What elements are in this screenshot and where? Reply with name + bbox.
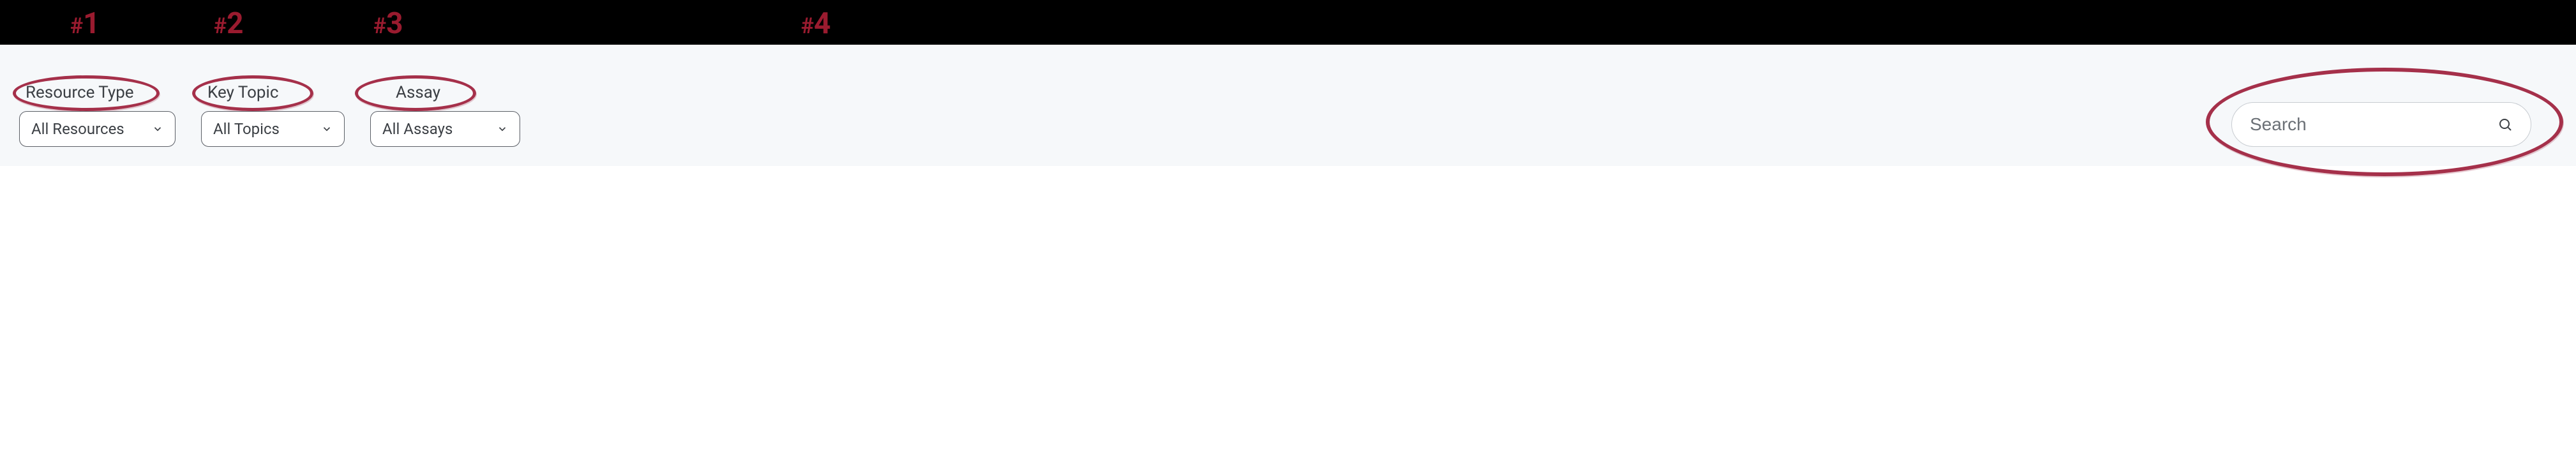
resource-type-dropdown[interactable]: All Resources bbox=[19, 111, 176, 147]
top-black-bar: #1 #2 #3 #4 bbox=[0, 0, 2576, 45]
key-topic-label: Key Topic bbox=[201, 83, 345, 102]
assay-group: Assay All Assays bbox=[370, 83, 520, 147]
key-topic-group: Key Topic All Topics bbox=[201, 83, 345, 147]
key-topic-selected: All Topics bbox=[213, 120, 280, 138]
assay-label: Assay bbox=[370, 83, 520, 102]
resource-type-group: Resource Type All Resources bbox=[19, 83, 176, 147]
annotation-1-label: #1 bbox=[70, 6, 100, 41]
search-icon bbox=[2497, 117, 2513, 132]
filters-left-group: Resource Type All Resources Key Topic Al… bbox=[19, 83, 520, 147]
chevron-down-icon bbox=[497, 123, 508, 135]
annotation-3-label: #3 bbox=[373, 6, 403, 41]
chevron-down-icon bbox=[321, 123, 333, 135]
search-wrap bbox=[2231, 102, 2531, 147]
filter-bar: Resource Type All Resources Key Topic Al… bbox=[0, 45, 2576, 166]
annotation-4-label: #4 bbox=[801, 6, 831, 41]
chevron-down-icon bbox=[152, 123, 163, 135]
key-topic-dropdown[interactable]: All Topics bbox=[201, 111, 345, 147]
resource-type-label: Resource Type bbox=[19, 83, 176, 102]
assay-dropdown[interactable]: All Assays bbox=[370, 111, 520, 147]
search-box[interactable] bbox=[2231, 102, 2531, 147]
resource-type-selected: All Resources bbox=[31, 120, 124, 138]
search-input[interactable] bbox=[2250, 114, 2497, 135]
content-area bbox=[0, 166, 2576, 255]
annotation-2-label: #2 bbox=[214, 6, 244, 41]
assay-selected: All Assays bbox=[382, 120, 453, 138]
